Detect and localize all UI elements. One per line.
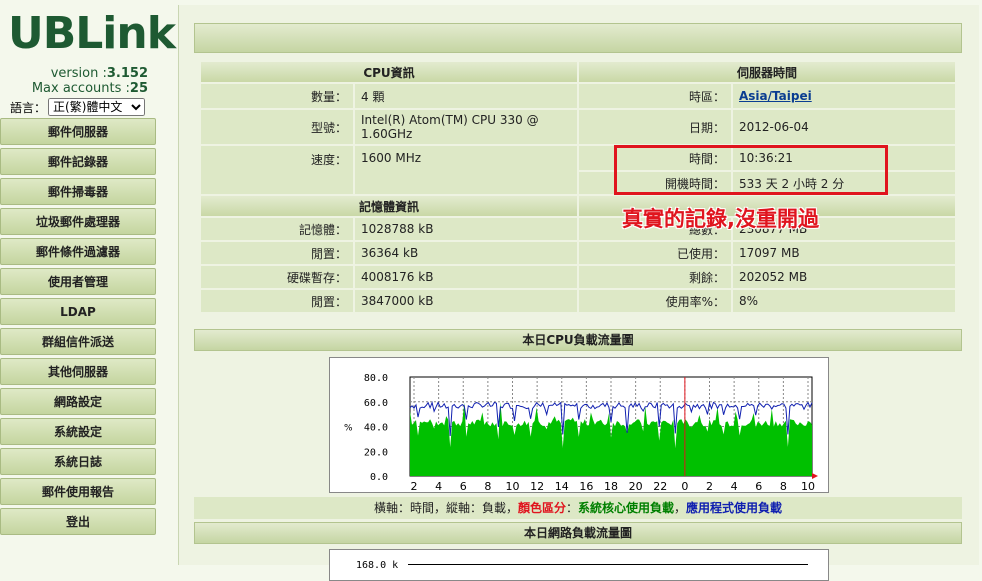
- menu-item-12[interactable]: 郵件使用報告: [0, 478, 156, 505]
- memory-info-header: 記憶體資訊: [201, 196, 577, 216]
- x-tick-label: 6: [755, 480, 762, 492]
- y-tick-label: 20.0: [364, 447, 388, 458]
- main-menu: 郵件伺服器郵件記錄器郵件掃毒器垃圾郵件處理器 郵件條件過濾器 使用者管理 LDAP 群組…: [0, 118, 156, 538]
- x-tick-label: 22: [653, 480, 667, 492]
- x-tick-label: 20: [629, 480, 643, 492]
- y-tick-label: 40.0: [364, 423, 388, 434]
- menu-item-8[interactable]: 其他伺服器: [0, 358, 156, 385]
- server-date: 2012-06-04: [733, 110, 955, 144]
- menu-item-9[interactable]: 網路設定: [0, 388, 156, 415]
- top-header-bar: [194, 23, 962, 53]
- network-chart-title: 本日網路負載流量圖: [194, 522, 962, 544]
- disk-free: 202052 MB: [733, 266, 955, 288]
- version-info: version :3.152: [50, 66, 148, 81]
- main-panel: CPU資訊 伺服器時間 數量： 4 顆 時區： Asia/Taipei 型號： …: [178, 5, 979, 581]
- menu-item-6[interactable]: LDAP: [0, 298, 156, 325]
- menu-item-2[interactable]: 郵件掃毒器: [0, 178, 156, 205]
- memory-total: 1028788 kB: [355, 218, 577, 240]
- x-tick-label: 4: [435, 480, 442, 492]
- memory-free: 36364 kB: [355, 242, 577, 264]
- x-tick-label: 18: [604, 480, 618, 492]
- cpu-chart-title: 本日CPU負載流量圖: [194, 329, 962, 351]
- swap-total: 4008176 kB: [355, 266, 577, 288]
- menu-item-13[interactable]: 登出: [0, 508, 156, 535]
- x-tick-label: 8: [780, 480, 787, 492]
- legend-app-load: 應用程式使用負載: [686, 501, 783, 515]
- sidebar: UBLink version :3.152 Max accounts :25 語…: [0, 0, 176, 565]
- timezone-link[interactable]: Asia/Taipei: [739, 89, 812, 103]
- x-axis-arrow: [812, 473, 818, 479]
- disk-used: 17097 MB: [733, 242, 955, 264]
- x-tick-label: 2: [411, 480, 418, 492]
- x-tick-label: 2: [706, 480, 713, 492]
- x-tick-label: 10: [506, 480, 520, 492]
- cpu-load-svg: 0.0 20.0 40.0 60.0 80.0% 2 4 6 8 10 12 14 16 18 20 22 0 2…: [344, 373, 818, 493]
- menu-item-7[interactable]: 群組信件派送: [0, 328, 156, 355]
- swap-free: 3847000 kB: [355, 290, 577, 312]
- x-tick-label: 14: [555, 480, 569, 492]
- menu-item-1[interactable]: 郵件記錄器: [0, 148, 156, 175]
- disk-usage-percent: 8%: [733, 290, 955, 312]
- x-tick-label: 12: [530, 480, 544, 492]
- x-tick-label: 6: [460, 480, 467, 492]
- chart-legend: 橫軸：時間，縱軸：負載，顏色區分：系統核心使用負載，應用程式使用負載: [194, 497, 962, 519]
- menu-item-11[interactable]: 系統日誌: [0, 448, 156, 475]
- x-tick-label: 0: [681, 480, 688, 492]
- accounts-info: Max accounts :25: [31, 81, 148, 96]
- annotation-highlight-box: [614, 145, 888, 195]
- net-chart-tick: 168.0 k: [356, 560, 399, 571]
- annotation-text: 真實的記錄,沒重開過: [622, 207, 819, 231]
- menu-item-5[interactable]: 使用者管理: [0, 268, 156, 295]
- language-selector: 語言： 正(繁)體中文: [10, 98, 146, 116]
- y-axis-label: %: [344, 424, 353, 434]
- menu-item-10[interactable]: 系統設定: [0, 418, 156, 445]
- y-tick-label: 60.0: [364, 398, 388, 409]
- cpu-count: 4 顆: [355, 84, 577, 108]
- cpu-info-header: CPU資訊: [201, 62, 577, 82]
- network-load-chart: 168.0 k: [329, 549, 829, 581]
- menu-item-3[interactable]: 垃圾郵件處理器: [0, 208, 156, 235]
- x-tick-label: 10: [801, 480, 815, 492]
- legend-kernel-load: 系統核心使用負載: [578, 501, 675, 515]
- menu-item-0[interactable]: 郵件伺服器: [0, 118, 156, 145]
- x-tick-label: 8: [484, 480, 491, 492]
- cpu-speed: 1600 MHz: [355, 146, 577, 194]
- menu-item-4[interactable]: 郵件條件過濾器: [0, 238, 156, 265]
- cpu-model: Intel(R) Atom(TM) CPU 330 @ 1.60GHz: [355, 110, 577, 144]
- cpu-load-chart: 0.0 20.0 40.0 60.0 80.0% 2 4 6 8 10 12 14 16 18 20 22 0 2…: [329, 357, 829, 493]
- y-tick-label: 0.0: [370, 472, 388, 483]
- language-select[interactable]: 正(繁)體中文: [48, 98, 146, 116]
- server-time-header: 伺服器時間: [579, 62, 955, 82]
- x-tick-label: 16: [579, 480, 593, 492]
- brand-logo: UBLink: [8, 8, 176, 59]
- y-tick-label: 80.0: [364, 373, 388, 384]
- x-tick-label: 4: [731, 480, 738, 492]
